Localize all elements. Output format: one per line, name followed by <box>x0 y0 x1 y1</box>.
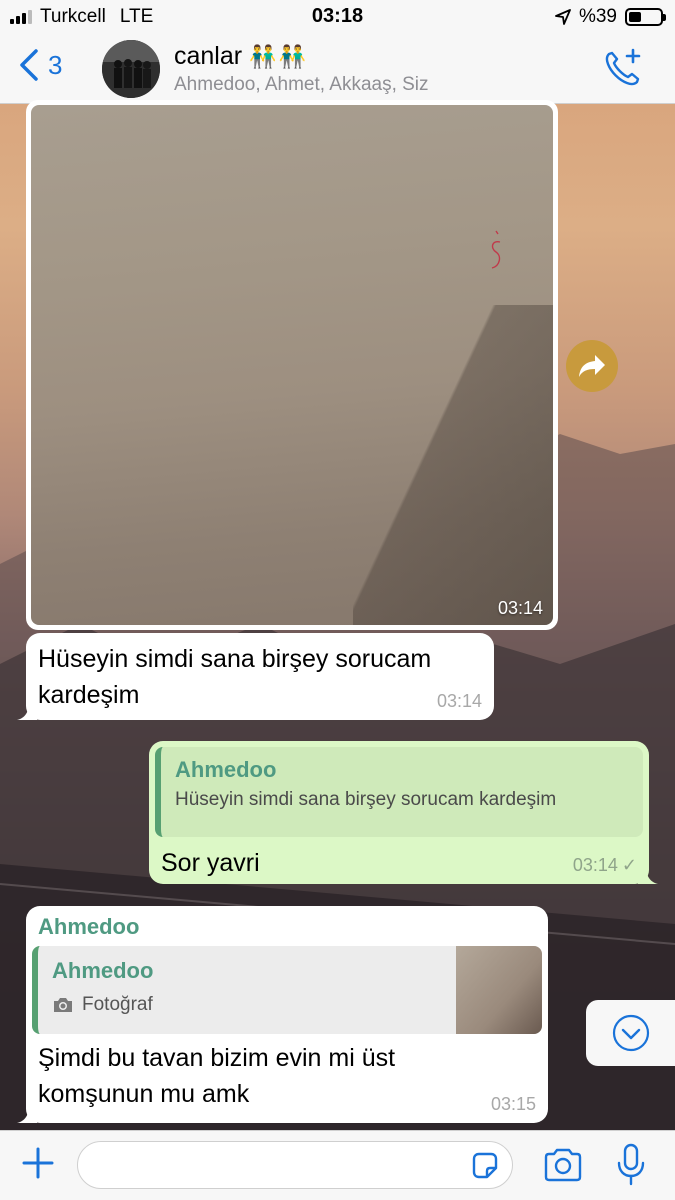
message-time: 03:14 <box>572 855 618 875</box>
camera-small-icon <box>54 998 72 1012</box>
message-time: 03:14 <box>497 598 543 618</box>
quote-text: Hüseyin simdi sana birşey sorucam kardeş… <box>175 789 557 810</box>
message-input[interactable] <box>77 1141 513 1189</box>
sent-check-icon: ✓ <box>621 855 637 875</box>
title-emoji: 👬👬 <box>249 44 308 69</box>
plus-icon[interactable] <box>20 1145 56 1181</box>
message-time: 03:15 <box>490 1094 536 1114</box>
sticker-icon[interactable] <box>470 1151 500 1181</box>
group-avatar[interactable] <box>102 40 160 98</box>
microphone-icon[interactable] <box>616 1143 646 1187</box>
incoming-message[interactable]: Ahmedoo Ahmedoo Fotoğraf Şimdi bu tavan … <box>17 906 548 1123</box>
message-text: Şimdi bu tavan bizim evin mi üst komşunu… <box>38 1044 396 1108</box>
camera-icon[interactable] <box>543 1147 583 1183</box>
outgoing-message[interactable]: Ahmedoo Hüseyin simdi sana birşey soruca… <box>149 741 658 884</box>
photo-wall-shadow <box>353 305 553 625</box>
message-text: Hüseyin simdi sana birşey sorucam kardeş… <box>38 645 432 709</box>
back-chevron-icon <box>20 49 38 81</box>
forward-button[interactable] <box>566 340 618 392</box>
chat-title[interactable]: canlar 👬👬 <box>174 42 308 71</box>
status-bar: Turkcell LTE 03:18 %39 <box>0 0 675 34</box>
bubble-tail <box>17 702 37 720</box>
participants-list[interactable]: Ahmedoo, Ahmet, Akkaaş, Siz <box>174 74 429 96</box>
bubble-tail <box>638 866 658 884</box>
forward-arrow-icon <box>579 355 605 377</box>
reply-quote[interactable]: Ahmedoo Hüseyin simdi sana birşey soruca… <box>155 747 643 837</box>
message-sender[interactable]: Ahmedoo <box>38 914 536 940</box>
scroll-to-bottom-button[interactable] <box>586 1000 675 1066</box>
photo-message[interactable]: 03:14 <box>26 100 558 630</box>
quote-text: Fotoğraf <box>82 994 153 1015</box>
reply-quote[interactable]: Ahmedoo Fotoğraf <box>32 946 542 1034</box>
chat-header: 3 canlar 👬👬 Ahmedoo, Ahmet, Akkaaş, Siz <box>0 34 675 104</box>
bubble-tail <box>17 1105 37 1123</box>
incoming-message[interactable]: Hüseyin simdi sana birşey sorucam kardeş… <box>17 633 494 720</box>
quote-sender: Ahmedoo <box>175 757 277 782</box>
battery-icon <box>625 8 666 26</box>
quote-photo-thumbnail <box>456 946 542 1034</box>
add-call-icon[interactable] <box>601 46 645 90</box>
message-time-row: 03:14 ✓ <box>573 855 637 876</box>
ceiling-photo[interactable]: 03:14 <box>31 105 553 625</box>
unread-count: 3 <box>48 49 63 80</box>
chevron-down-icon <box>612 1014 649 1052</box>
location-arrow-icon <box>555 9 571 25</box>
back-button[interactable]: 3 <box>18 48 62 82</box>
battery-percent: %39 <box>578 6 617 27</box>
message-text: Sor yavri <box>161 849 260 877</box>
photo-scribble <box>491 230 501 269</box>
message-input-bar <box>0 1130 675 1200</box>
message-time: 03:14 <box>436 691 482 711</box>
group-name: canlar <box>174 42 243 70</box>
